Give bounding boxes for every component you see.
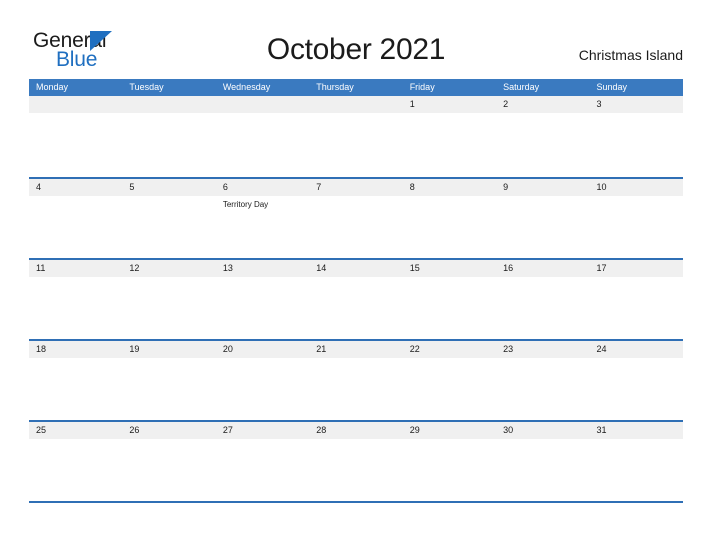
week-event-body [29, 277, 683, 339]
week-date-band: 11 12 13 14 15 16 17 [29, 260, 683, 277]
weekday-header-friday: Friday [409, 82, 435, 92]
week-event-body [29, 439, 683, 501]
day-cell[interactable] [216, 358, 309, 420]
day-number[interactable]: 30 [496, 422, 589, 439]
day-cell[interactable] [403, 439, 496, 501]
day-number[interactable]: 14 [309, 260, 402, 277]
day-number[interactable]: 19 [122, 341, 215, 358]
day-cell[interactable] [590, 113, 683, 175]
day-cell[interactable] [590, 196, 683, 258]
day-cell[interactable] [309, 196, 402, 258]
calendar-week-row: 25 26 27 28 29 30 31 [29, 420, 683, 501]
day-cell[interactable] [216, 113, 309, 175]
weekday-header-row: Monday Tuesday Wednesday Thursday Friday… [29, 79, 683, 96]
region-label: Christmas Island [578, 47, 683, 63]
day-number[interactable] [122, 96, 215, 113]
day-cell[interactable] [496, 277, 589, 339]
day-number[interactable]: 1 [403, 96, 496, 113]
day-cell[interactable] [590, 358, 683, 420]
day-number[interactable]: 13 [216, 260, 309, 277]
day-cell[interactable] [590, 277, 683, 339]
calendar-bottom-rule [29, 501, 683, 503]
day-event-label: Territory Day [222, 200, 269, 209]
day-number[interactable]: 31 [590, 422, 683, 439]
calendar-week-row: 11 12 13 14 15 16 17 [29, 258, 683, 339]
day-cell[interactable] [122, 358, 215, 420]
day-number[interactable]: 15 [403, 260, 496, 277]
day-number[interactable] [309, 96, 402, 113]
day-number[interactable]: 4 [29, 179, 122, 196]
day-cell[interactable] [496, 439, 589, 501]
day-cell[interactable] [403, 113, 496, 175]
day-cell[interactable] [122, 439, 215, 501]
day-cell[interactable] [496, 358, 589, 420]
day-number[interactable]: 29 [403, 422, 496, 439]
day-number[interactable]: 10 [590, 179, 683, 196]
week-date-band: 123 [29, 96, 683, 113]
day-number[interactable]: 11 [29, 260, 122, 277]
day-number[interactable]: 23 [496, 341, 589, 358]
day-cell[interactable] [309, 113, 402, 175]
day-number[interactable]: 12 [122, 260, 215, 277]
day-number[interactable]: 8 [403, 179, 496, 196]
day-number[interactable]: 22 [403, 341, 496, 358]
day-cell[interactable] [309, 439, 402, 501]
weekday-header-tuesday: Tuesday [129, 82, 164, 92]
day-cell[interactable] [403, 196, 496, 258]
day-cell[interactable] [29, 439, 122, 501]
day-number[interactable]: 3 [590, 96, 683, 113]
day-cell[interactable] [590, 439, 683, 501]
day-number[interactable]: 27 [216, 422, 309, 439]
day-cell[interactable] [216, 277, 309, 339]
week-event-body [29, 113, 683, 175]
day-cell[interactable] [496, 113, 589, 175]
day-number[interactable]: 5 [122, 179, 215, 196]
week-event-body: Territory Day [29, 196, 683, 258]
week-date-band: 18 19 20 21 22 23 24 [29, 341, 683, 358]
weekday-header-saturday: Saturday [503, 82, 540, 92]
day-number[interactable]: 26 [122, 422, 215, 439]
day-cell[interactable] [309, 277, 402, 339]
day-number[interactable]: 16 [496, 260, 589, 277]
weekday-header-sunday: Sunday [596, 82, 628, 92]
day-cell[interactable] [403, 358, 496, 420]
day-number[interactable]: 24 [590, 341, 683, 358]
day-number[interactable]: 20 [216, 341, 309, 358]
day-cell[interactable] [216, 439, 309, 501]
day-number[interactable]: 28 [309, 422, 402, 439]
day-cell[interactable] [29, 277, 122, 339]
day-number[interactable]: 18 [29, 341, 122, 358]
day-cell[interactable] [403, 277, 496, 339]
day-cell[interactable]: Territory Day [216, 196, 309, 258]
day-number[interactable] [216, 96, 309, 113]
day-number[interactable]: 2 [496, 96, 589, 113]
calendar-week-row: 4 5 6 7 8 9 10 Territory Day [29, 177, 683, 258]
day-cell[interactable] [496, 196, 589, 258]
day-number[interactable]: 25 [29, 422, 122, 439]
day-cell[interactable] [122, 277, 215, 339]
day-cell[interactable] [29, 113, 122, 175]
weekday-header-thursday: Thursday [316, 82, 354, 92]
week-date-band: 25 26 27 28 29 30 31 [29, 422, 683, 439]
day-cell[interactable] [29, 358, 122, 420]
day-number[interactable]: 7 [309, 179, 402, 196]
weekday-header-monday: Monday [36, 82, 69, 92]
day-number[interactable]: 6 [216, 179, 309, 196]
day-cell[interactable] [29, 196, 122, 258]
weekday-header-wednesday: Wednesday [222, 82, 271, 92]
calendar-week-row: 18 19 20 21 22 23 24 [29, 339, 683, 420]
day-number[interactable]: 21 [309, 341, 402, 358]
day-cell[interactable] [122, 196, 215, 258]
calendar-weeks: 1 2 3 4 5 6 7 8 9 10 Territory Day 11 12 13 14 15 16 17 18… [29, 96, 683, 501]
day-cell[interactable] [309, 358, 402, 420]
calendar-week-row: 123 [29, 96, 683, 177]
calendar-grid: Monday Tuesday Wednesday Thursday Friday… [29, 79, 683, 503]
day-cell[interactable] [122, 113, 215, 175]
week-event-body [29, 358, 683, 420]
day-number[interactable] [29, 96, 122, 113]
page-header: General Blue October 2021 Christmas Isla… [0, 0, 712, 78]
day-number[interactable]: 9 [496, 179, 589, 196]
week-date-band: 4 5 6 7 8 9 10 [29, 179, 683, 196]
day-number[interactable]: 17 [590, 260, 683, 277]
